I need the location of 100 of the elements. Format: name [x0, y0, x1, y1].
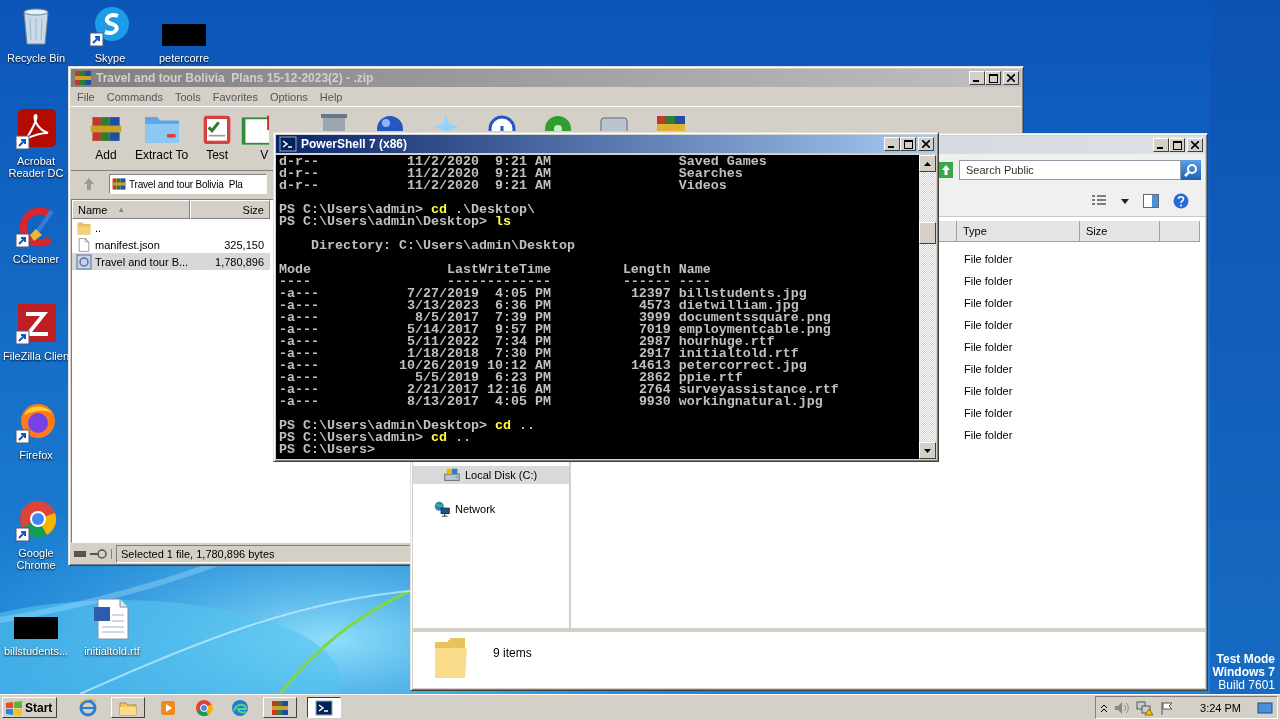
- swirl-icon[interactable]: [14, 107, 58, 151]
- search-field[interactable]: Search Public: [959, 160, 1181, 180]
- file-row[interactable]: Travel and tour B... 1,780,896: [72, 253, 270, 270]
- monitor-icon[interactable]: [1257, 700, 1273, 715]
- up-arrow-icon: [83, 177, 95, 191]
- table-cell-text: File folder: [963, 319, 1014, 331]
- icon-label[interactable]: Skype: [75, 52, 145, 64]
- start-button[interactable]: Start: [2, 697, 58, 718]
- table-cell-text: File folder: [963, 407, 1014, 419]
- books-icon: [73, 68, 93, 88]
- table-cell-text: File folder: [963, 253, 1014, 265]
- toolbar-button[interactable]: Add: [83, 112, 129, 162]
- file-name: Travel and tour B...: [95, 255, 189, 268]
- icon-label[interactable]: FileZilla Clien: [1, 350, 71, 362]
- close-button[interactable]: [1187, 138, 1203, 152]
- caret-icon[interactable]: [1121, 198, 1129, 204]
- table-cell-text: File folder: [963, 275, 1014, 287]
- close-icon: [1191, 141, 1199, 149]
- flag-icon[interactable]: [1160, 700, 1175, 715]
- minimize-button[interactable]: [1153, 138, 1169, 152]
- maximize-icon: [903, 139, 913, 149]
- zigzag-icon[interactable]: [14, 302, 58, 346]
- item-count: 9 items: [493, 646, 532, 660]
- column-header[interactable]: Type: [957, 221, 1080, 242]
- nav-item[interactable]: Local Disk (C:): [413, 466, 569, 484]
- search-icon: [1184, 163, 1198, 177]
- list-icon[interactable]: [1091, 194, 1107, 208]
- nav-item[interactable]: Network: [413, 500, 569, 518]
- globe-icon: [78, 697, 99, 718]
- down-arrow-icon: [924, 448, 931, 453]
- bubble-icon[interactable]: [88, 4, 132, 48]
- close-icon: [922, 140, 930, 148]
- maximize-button[interactable]: [985, 71, 1001, 85]
- file-row[interactable]: ..: [72, 219, 270, 236]
- path-field[interactable]: Travel and tour Bolivia Pla: [109, 174, 267, 194]
- drive-icon: [443, 466, 461, 484]
- console-output: d-r-- 11/2/2020 9:21 AM Saved Games d-r-- 11/2/2020 9:21 AM Searches d-r-- 11/2/2020 9:21 AM Videos PS C:\Users\admin> cd .\Desktop\ PS C:\Users\admin\Desktop> ls Directory: C:\Users\admin\Desktop Mode LastWriteTime Length Name ---- ------------- ------ ---- -a--- 7/27/2019 4:05 PM 12397 billstudents.jpg -a--- 3/13/2023 6:36 PM 4573 dietwilliam.jpg -a--- 8/5/2017 7:39 PM 3999 documentssquare.png -a--- 5/14/2017 9:57 PM 7019 employmentcable.png -a--- 5/11/2022 7:34 PM 2987 hourhuge.rtf -a--- 1/18/2018 7:30 PM 2917 initialtold.rtf -a--- 10/26/2019 10:12 AM 14613 petercorrect.jpg -a--- 5/5/2019 6:23 PM 2862 ppie.rtf -a--- 2/21/2017 12:16 AM 2764 surveyassistance.rtf -a--- 8/13/2017 4:05 PM 9930 workingnatural.jpg PS C:\Users\admin\Desktop> cd .. PS C:\Users\admin> cd .. PS C:\Users>: [278, 155, 840, 459]
- file-size: 1,780,896: [214, 255, 265, 268]
- bin-icon[interactable]: [319, 112, 350, 131]
- os-notice-text: Windows 7: [1212, 666, 1275, 679]
- os-notice-text: Test Mode: [1216, 653, 1275, 666]
- toolbar-button[interactable]: Extract To: [129, 112, 195, 162]
- terminal-icon: [314, 697, 335, 718]
- help-icon[interactable]: [1173, 193, 1189, 209]
- clock[interactable]: 3:24 PM: [1200, 701, 1241, 714]
- key-icon: [89, 549, 107, 559]
- column-header[interactable]: Size: [1080, 221, 1160, 242]
- network-icon[interactable]: [1136, 699, 1155, 716]
- file-row[interactable]: manifest.json 325,150: [72, 236, 270, 253]
- flag-icon: [5, 699, 23, 716]
- pane-icon[interactable]: [1143, 194, 1159, 208]
- os-notice-text: Build 7601: [1218, 679, 1275, 692]
- search-button[interactable]: [1181, 160, 1201, 180]
- close-button[interactable]: [1003, 71, 1019, 85]
- scrollbar-thumb[interactable]: [919, 222, 936, 244]
- icon-label[interactable]: Google Chrome: [1, 547, 71, 571]
- maximize-button[interactable]: [900, 137, 916, 151]
- minimize-button[interactable]: [884, 137, 900, 151]
- menu-item[interactable]: Options: [263, 90, 314, 103]
- toolbar-button[interactable]: Test: [194, 112, 241, 162]
- ring-icon[interactable]: [14, 499, 58, 543]
- file-icon: [76, 236, 92, 253]
- close-icon: [1007, 74, 1015, 82]
- table-cell-text: File folder: [963, 385, 1014, 397]
- globe-icon[interactable]: [14, 401, 58, 445]
- column-header[interactable]: Size: [190, 200, 270, 219]
- menu-item[interactable]: Favorites: [206, 90, 264, 103]
- chevron-icon[interactable]: [1100, 702, 1109, 713]
- column-header[interactable]: Name ▲: [72, 200, 190, 219]
- menu-item[interactable]: Tools: [169, 90, 207, 103]
- menu-item[interactable]: Commands: [100, 90, 169, 103]
- table-cell-text: File folder: [963, 341, 1014, 353]
- icon-label[interactable]: Firefox: [1, 449, 71, 461]
- drive-icon: [73, 549, 87, 559]
- menu-item[interactable]: Help: [313, 90, 349, 103]
- maximize-button[interactable]: [1169, 138, 1185, 152]
- close-button[interactable]: [918, 137, 934, 151]
- window-title: Travel and tour Bolivia Plans 15-12-2023(2) - .zip: [96, 71, 375, 85]
- taskbar-button[interactable]: [307, 697, 342, 718]
- icon-label[interactable]: petercorre: [149, 52, 219, 64]
- maximize-icon: [988, 73, 998, 83]
- file-name: ..: [95, 221, 102, 234]
- folder-icon: [76, 219, 92, 236]
- icon-label[interactable]: Acrobat Reader DC: [1, 155, 71, 179]
- terminal-icon: [278, 134, 298, 154]
- file-name: manifest.json: [95, 238, 160, 251]
- archive-icon: [76, 253, 92, 270]
- network-icon: [433, 500, 451, 518]
- icon-label[interactable]: Recycle Bin: [1, 52, 71, 64]
- scroll-up-button[interactable]: [919, 155, 936, 172]
- icon-label[interactable]: CCleaner: [1, 253, 71, 265]
- scroll-down-button[interactable]: [919, 442, 936, 459]
- menu-item[interactable]: File: [71, 90, 101, 103]
- maximize-icon: [1172, 140, 1182, 150]
- swirl-icon: [230, 697, 251, 718]
- up-arrow-icon: [924, 161, 931, 166]
- table-cell-text: File folder: [963, 363, 1014, 375]
- folder-icon: [433, 636, 469, 680]
- table-cell-text: File folder: [963, 297, 1014, 309]
- minimize-button[interactable]: [969, 71, 985, 85]
